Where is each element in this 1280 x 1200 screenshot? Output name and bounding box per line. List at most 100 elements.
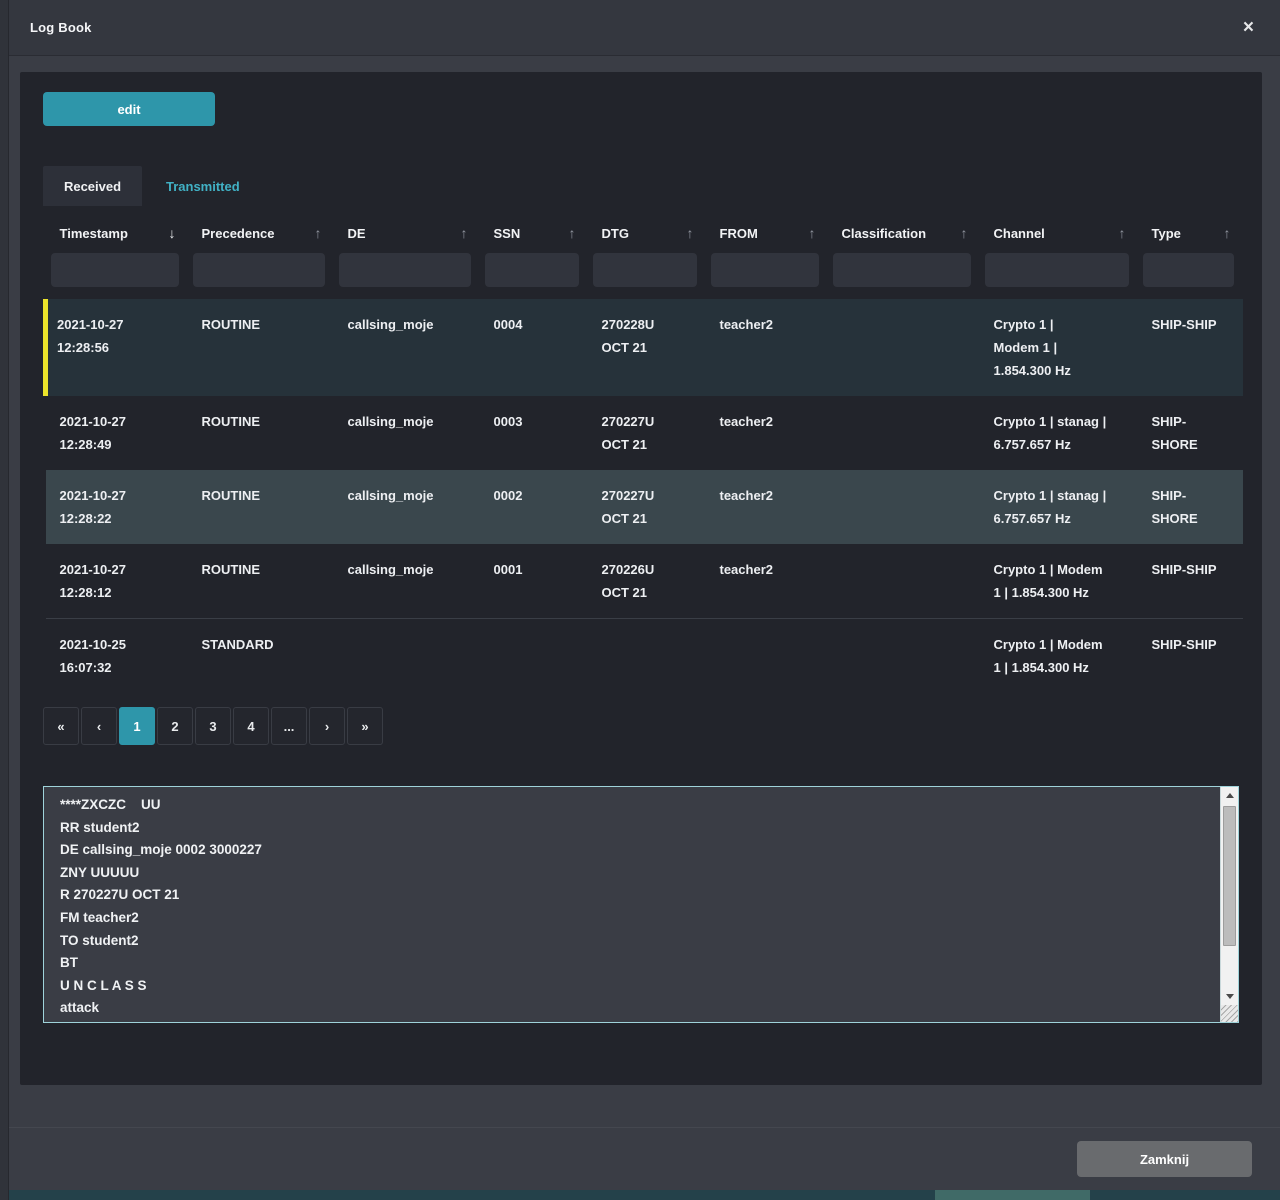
cell-de: callsing_moje	[334, 396, 480, 470]
column-header-precedence[interactable]: Precedence↑	[188, 215, 334, 251]
edit-button[interactable]: edit	[43, 92, 215, 126]
cell-de: callsing_moje	[334, 544, 480, 619]
cell-from: teacher2	[706, 299, 828, 396]
sort-asc-icon: ↑	[1119, 225, 1126, 241]
table-row[interactable]: 2021-10-27 12:28:56 ROUTINE callsing_moj…	[46, 299, 1243, 396]
pagination-page-1[interactable]: 1	[119, 707, 155, 745]
cell-type: SHIP- SHORE	[1138, 470, 1243, 544]
column-header-timestamp[interactable]: Timestamp↓	[46, 215, 188, 251]
sort-asc-icon: ↑	[809, 225, 816, 241]
cell-timestamp: 2021-10-27 12:28:56	[46, 299, 188, 396]
column-header-dtg[interactable]: DTG↑	[588, 215, 706, 251]
sort-asc-icon: ↑	[1224, 225, 1231, 241]
table-row[interactable]: 2021-10-25 16:07:32 STANDARD Crypto 1 | …	[46, 619, 1243, 694]
logbook-panel: edit Received Transmitted Timestamp↓ Pre…	[20, 72, 1262, 1085]
pagination-first-button[interactable]: «	[43, 707, 79, 745]
cell-classification	[828, 544, 980, 619]
table-row-selected[interactable]: 2021-10-27 12:28:22 ROUTINE callsing_moj…	[46, 470, 1243, 544]
sort-asc-icon: ↑	[315, 225, 322, 241]
scrollbar-thumb[interactable]	[1223, 806, 1236, 946]
cell-de	[334, 619, 480, 694]
dialog-titlebar: Log Book ×	[0, 0, 1280, 56]
cell-dtg: 270227U OCT 21	[588, 470, 706, 544]
tab-transmitted[interactable]: Transmitted	[142, 166, 264, 206]
cell-channel: Crypto 1 | stanag | 6.757.657 Hz	[980, 396, 1138, 470]
dialog-footer: Zamknij	[0, 1127, 1280, 1190]
column-header-channel[interactable]: Channel↑	[980, 215, 1138, 251]
sort-asc-icon: ↑	[461, 225, 468, 241]
message-scrollbar[interactable]	[1220, 787, 1238, 1022]
pagination-page-3[interactable]: 3	[195, 707, 231, 745]
close-dialog-button[interactable]: Zamknij	[1077, 1141, 1252, 1177]
cell-dtg: 270226U OCT 21	[588, 544, 706, 619]
cell-precedence: ROUTINE	[188, 544, 334, 619]
cell-dtg	[588, 619, 706, 694]
window-left-edge	[0, 0, 9, 1200]
dialog-title: Log Book	[30, 20, 92, 35]
sort-asc-icon: ↑	[961, 225, 968, 241]
cell-timestamp: 2021-10-27 12:28:22	[46, 470, 188, 544]
pagination: « ‹ 1 2 3 4 ... › »	[43, 707, 1239, 745]
message-textarea[interactable]: ****ZXCZC UU RR student2 DE callsing_moj…	[43, 786, 1239, 1023]
cell-classification	[828, 299, 980, 396]
column-header-de[interactable]: DE↑	[334, 215, 480, 251]
cell-ssn: 0002	[480, 470, 588, 544]
tab-received[interactable]: Received	[43, 166, 142, 206]
column-header-classification[interactable]: Classification↑	[828, 215, 980, 251]
cell-timestamp: 2021-10-27 12:28:49	[46, 396, 188, 470]
cell-dtg: 270228U OCT 21	[588, 299, 706, 396]
filter-type-input[interactable]	[1143, 253, 1234, 287]
cell-from: teacher2	[706, 544, 828, 619]
table-header-row: Timestamp↓ Precedence↑ DE↑ SSN↑ DTG↑ FRO…	[46, 215, 1243, 251]
cell-channel: Crypto 1 | Modem 1 | 1.854.300 Hz	[980, 299, 1138, 396]
scrollbar-track[interactable]	[1221, 804, 1238, 988]
cell-precedence: ROUTINE	[188, 470, 334, 544]
cell-classification	[828, 470, 980, 544]
filter-from-input[interactable]	[711, 253, 819, 287]
scrollbar-up-arrow-icon[interactable]	[1221, 787, 1238, 804]
sort-asc-icon: ↑	[569, 225, 576, 241]
table-row[interactable]: 2021-10-27 12:28:12 ROUTINE callsing_moj…	[46, 544, 1243, 619]
pagination-next-button[interactable]: ›	[309, 707, 345, 745]
pagination-prev-button[interactable]: ‹	[81, 707, 117, 745]
pagination-page-4[interactable]: 4	[233, 707, 269, 745]
message-text: ****ZXCZC UU RR student2 DE callsing_moj…	[44, 787, 1238, 1023]
column-header-from[interactable]: FROM↑	[706, 215, 828, 251]
cell-precedence: ROUTINE	[188, 299, 334, 396]
filter-channel-input[interactable]	[985, 253, 1129, 287]
sort-asc-icon: ↑	[687, 225, 694, 241]
table-row[interactable]: 2021-10-27 12:28:49 ROUTINE callsing_moj…	[46, 396, 1243, 470]
cell-ssn	[480, 619, 588, 694]
cell-precedence: STANDARD	[188, 619, 334, 694]
sort-desc-icon: ↓	[169, 225, 176, 241]
column-header-ssn[interactable]: SSN↑	[480, 215, 588, 251]
cell-de: callsing_moje	[334, 470, 480, 544]
filter-classification-input[interactable]	[833, 253, 971, 287]
filter-de-input[interactable]	[339, 253, 471, 287]
scrollbar-down-arrow-icon[interactable]	[1221, 988, 1238, 1005]
cell-type: SHIP- SHORE	[1138, 396, 1243, 470]
pagination-last-button[interactable]: »	[347, 707, 383, 745]
cell-type: SHIP-SHIP	[1138, 619, 1243, 694]
filter-precedence-input[interactable]	[193, 253, 325, 287]
cell-from: teacher2	[706, 396, 828, 470]
logbook-table: Timestamp↓ Precedence↑ DE↑ SSN↑ DTG↑ FRO…	[43, 215, 1243, 693]
pagination-page-2[interactable]: 2	[157, 707, 193, 745]
cell-timestamp: 2021-10-27 12:28:12	[46, 544, 188, 619]
pagination-ellipsis-button[interactable]: ...	[271, 707, 307, 745]
column-header-type[interactable]: Type↑	[1138, 215, 1243, 251]
filter-ssn-input[interactable]	[485, 253, 579, 287]
log-book-dialog: Log Book × edit Received Transmitted Tim…	[0, 0, 1280, 1200]
resize-grip-icon[interactable]	[1221, 1005, 1238, 1022]
cell-classification	[828, 396, 980, 470]
filter-dtg-input[interactable]	[593, 253, 697, 287]
close-icon[interactable]: ×	[1239, 14, 1258, 41]
cell-channel: Crypto 1 | stanag | 6.757.657 Hz	[980, 470, 1138, 544]
cell-ssn: 0003	[480, 396, 588, 470]
cell-type: SHIP-SHIP	[1138, 299, 1243, 396]
background-taskbar-strip	[0, 1190, 1280, 1200]
cell-classification	[828, 619, 980, 694]
filter-timestamp-input[interactable]	[51, 253, 179, 287]
cell-precedence: ROUTINE	[188, 396, 334, 470]
cell-from: teacher2	[706, 470, 828, 544]
